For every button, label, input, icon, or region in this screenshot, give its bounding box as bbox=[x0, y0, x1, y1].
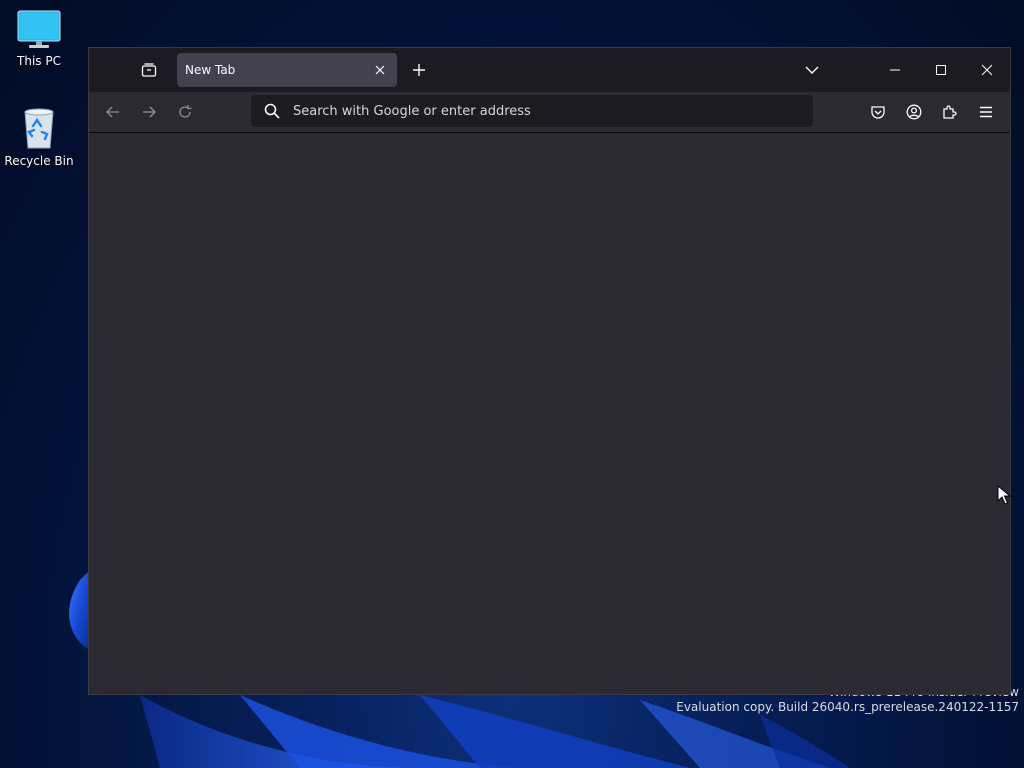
desktop-icon-recycle-bin[interactable]: Recycle Bin bbox=[3, 106, 75, 168]
mouse-cursor-icon bbox=[997, 485, 1011, 505]
watermark-line-2: Evaluation copy. Build 26040.rs_prerelea… bbox=[676, 700, 1019, 714]
new-tab-button[interactable] bbox=[405, 56, 433, 84]
desktop-icon-label: Recycle Bin bbox=[4, 154, 74, 168]
tab-strip: New Tab bbox=[89, 48, 1010, 92]
recycle-bin-icon bbox=[24, 108, 54, 149]
account-button[interactable] bbox=[900, 98, 928, 126]
reload-button[interactable] bbox=[171, 98, 199, 126]
back-button[interactable] bbox=[99, 98, 127, 126]
maximize-icon bbox=[936, 65, 946, 75]
pocket-button[interactable] bbox=[864, 98, 892, 126]
firefox-view-button[interactable] bbox=[135, 56, 163, 84]
close-icon bbox=[981, 64, 993, 76]
address-bar[interactable] bbox=[251, 95, 813, 127]
navigation-toolbar bbox=[89, 92, 1010, 133]
tab-new-tab[interactable]: New Tab bbox=[177, 53, 397, 87]
pocket-icon bbox=[871, 106, 885, 119]
menu-icon bbox=[980, 106, 992, 118]
forward-button[interactable] bbox=[135, 98, 163, 126]
arrow-left-icon bbox=[106, 106, 119, 118]
reload-icon bbox=[179, 105, 192, 118]
minimize-button[interactable] bbox=[873, 54, 917, 86]
account-icon bbox=[906, 104, 922, 120]
firefox-view-icon bbox=[141, 63, 157, 77]
monitor-icon bbox=[17, 10, 61, 48]
close-window-button[interactable] bbox=[965, 54, 1009, 86]
browser-window: New Tab bbox=[88, 47, 1011, 695]
app-menu-button[interactable] bbox=[972, 98, 1000, 126]
extensions-icon bbox=[943, 105, 957, 119]
address-input[interactable] bbox=[293, 96, 813, 126]
desktop-icon-this-pc[interactable]: This PC bbox=[3, 10, 75, 68]
minimize-icon bbox=[890, 69, 900, 71]
plus-icon bbox=[413, 64, 425, 76]
desktop-icon-label: This PC bbox=[17, 54, 61, 68]
arrow-right-icon bbox=[143, 106, 156, 118]
search-icon bbox=[251, 103, 293, 119]
page-content[interactable] bbox=[89, 133, 1010, 694]
tab-title: New Tab bbox=[185, 63, 236, 77]
list-all-tabs-button[interactable] bbox=[797, 56, 827, 84]
chevron-down-icon bbox=[805, 66, 819, 74]
extensions-button[interactable] bbox=[936, 98, 964, 126]
close-icon bbox=[375, 65, 385, 75]
maximize-button[interactable] bbox=[919, 54, 963, 86]
tab-close-button[interactable] bbox=[369, 59, 391, 81]
